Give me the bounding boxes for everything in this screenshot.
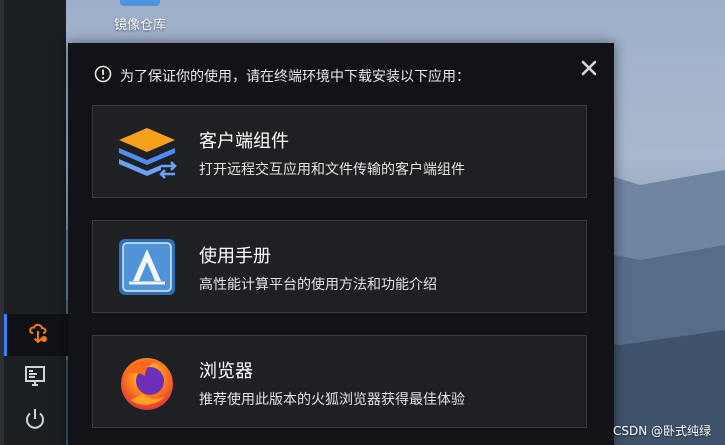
close-icon (578, 60, 600, 83)
user-manual-card[interactable]: 使用手册 高性能计算平台的使用方法和功能介绍 (92, 220, 587, 313)
notice-row: 为了保证你的使用，请在终端环境中下载安装以下应用： (94, 65, 470, 87)
taskbar-app-download-button[interactable] (4, 314, 69, 356)
repo-icon (120, 0, 160, 6)
firefox-icon (115, 350, 179, 414)
desktop-icon-image-repo[interactable]: 镜像仓库 (100, 0, 180, 34)
manual-icon (115, 235, 179, 299)
browser-card[interactable]: 浏览器 推荐使用此版本的火狐浏览器获得最佳体验 (92, 335, 587, 428)
upload-cloud-icon (26, 321, 50, 349)
card-title: 浏览器 (199, 361, 253, 382)
card-title: 使用手册 (199, 246, 271, 267)
taskbar-power-button[interactable] (4, 400, 66, 442)
card-title: 客户端组件 (199, 131, 289, 152)
left-taskbar (0, 0, 69, 445)
client-components-card[interactable]: 客户端组件 打开远程交互应用和文件传输的客户端组件 (92, 105, 587, 198)
download-apps-dialog: 为了保证你的使用，请在终端环境中下载安装以下应用： 客户端组件 打开远程交互应用… (68, 43, 614, 445)
power-icon (23, 407, 47, 435)
desktop-icon-label: 镜像仓库 (113, 18, 166, 33)
card-description: 高性能计算平台的使用方法和功能介绍 (199, 277, 437, 293)
card-description: 推荐使用此版本的火狐浏览器获得最佳体验 (199, 392, 465, 408)
watermark: CSDN @卧式纯绿 (613, 424, 712, 438)
card-description: 打开远程交互应用和文件传输的客户端组件 (199, 162, 465, 178)
exclamation-circle-icon (94, 65, 112, 87)
monitor-icon (23, 364, 47, 392)
notice-text: 为了保证你的使用，请在终端环境中下载安装以下应用： (120, 69, 470, 85)
layers-icon (115, 120, 179, 184)
close-button[interactable] (578, 57, 600, 79)
taskbar-desktop-button[interactable] (4, 357, 66, 399)
